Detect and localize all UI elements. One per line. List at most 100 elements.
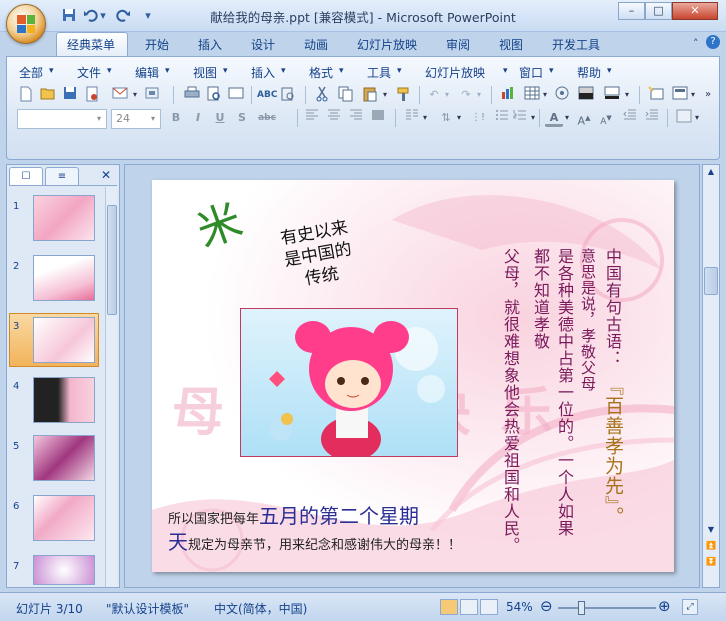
zoom-level[interactable]: 54% (506, 600, 533, 614)
cut-icon[interactable] (313, 86, 331, 104)
decrease-indent-icon[interactable] (621, 109, 639, 127)
align-center-icon[interactable] (325, 109, 343, 127)
new-slide-icon[interactable] (647, 86, 665, 104)
redo-dropdown-icon[interactable]: ▾ (475, 86, 483, 104)
tab-view[interactable]: 视图 (499, 36, 523, 53)
design-icon[interactable] (675, 109, 693, 127)
slide-thumbnail-4[interactable] (33, 377, 95, 423)
editor-scroll-thumb[interactable] (704, 267, 718, 295)
tab-animation[interactable]: 动画 (304, 36, 328, 53)
table-dropdown-icon[interactable]: ▾ (541, 86, 549, 104)
office-button[interactable] (6, 4, 46, 44)
zoom-out-icon[interactable]: ⊖ (540, 597, 553, 615)
redo-disabled-icon[interactable]: ↷ (457, 86, 475, 104)
text-column-3[interactable]: 意思是说，孝敬父母 (578, 248, 599, 392)
new-document-icon[interactable] (17, 86, 35, 104)
tab-slideshow[interactable]: 幻灯片放映 (357, 36, 417, 53)
spelling-icon[interactable]: ABC (257, 86, 277, 104)
maximize-button[interactable]: □ (645, 2, 672, 20)
editor-vertical-scrollbar[interactable]: ▲ ▼ ⏫ ⏬ (702, 164, 720, 588)
design-dropdown-icon[interactable]: ▾ (693, 109, 701, 127)
shadow-button[interactable]: S (233, 109, 251, 127)
layout-dropdown-icon[interactable]: ▾ (689, 86, 697, 104)
paste-dropdown-icon[interactable]: ▾ (381, 86, 389, 104)
align-left-icon[interactable] (303, 109, 321, 127)
text-column-2[interactable]: 『百善孝为先』。 (600, 376, 627, 527)
grayscale-icon[interactable] (577, 86, 595, 104)
undo-disabled-icon[interactable]: ↶ (425, 86, 443, 104)
columns-icon[interactable] (403, 109, 421, 127)
justify-icon[interactable] (369, 109, 387, 127)
slide-thumbnail-6[interactable] (33, 495, 95, 541)
menu-format[interactable]: 格式 (309, 64, 333, 81)
tab-review[interactable]: 审阅 (446, 36, 470, 53)
slide-thumbnail-2[interactable] (33, 255, 95, 301)
scroll-up-arrow-icon[interactable]: ▲ (705, 167, 717, 179)
align-right-icon[interactable] (347, 109, 365, 127)
fit-to-window-icon[interactable]: ⤢ (682, 599, 698, 615)
menu-edit[interactable]: 编辑 (135, 64, 159, 81)
zoom-slider-track[interactable] (558, 607, 656, 609)
strikethrough-button[interactable]: abc (255, 109, 279, 127)
toolbar-overflow-icon[interactable]: » (701, 86, 715, 104)
chart-icon[interactable] (499, 86, 517, 104)
tab-home[interactable]: 开始 (145, 36, 169, 53)
text-column-1[interactable]: 中国有句古语： (600, 248, 624, 367)
menu-help[interactable]: 帮助 (577, 64, 601, 81)
research-icon[interactable] (279, 86, 297, 104)
panel-scroll-thumb[interactable] (107, 205, 117, 315)
paste-icon[interactable] (361, 86, 379, 104)
fill-color-icon[interactable] (603, 86, 621, 104)
print-icon[interactable] (183, 86, 201, 104)
text-column-5[interactable]: 都不知道孝敬 (528, 248, 552, 350)
ribbon-minimize-icon[interactable]: ˄ (693, 37, 699, 50)
save-icon[interactable] (61, 86, 79, 104)
next-slide-icon[interactable]: ⏬ (705, 557, 717, 569)
zoom-in-icon[interactable]: ⊕ (658, 597, 671, 615)
slide-thumbnail-5[interactable] (33, 435, 95, 481)
tab-developer[interactable]: 开发工具 (552, 36, 600, 53)
text-direction-icon[interactable]: ⇅ (437, 109, 455, 127)
panel-close-button[interactable]: ✕ (101, 168, 111, 182)
increase-font-icon[interactable]: A▲ (575, 109, 593, 128)
minimize-button[interactable]: – (618, 2, 645, 20)
decrease-font-icon[interactable]: A▼ (597, 109, 615, 127)
tab-design[interactable]: 设计 (251, 36, 275, 53)
text-column-4[interactable]: 是各种美德中占第一位的。一个人如果 (552, 248, 576, 537)
publish-icon[interactable] (143, 86, 161, 104)
increase-indent-icon[interactable] (643, 109, 661, 127)
outline-tab[interactable]: ≡ (45, 167, 79, 185)
slide-thumbnail-3[interactable] (33, 317, 95, 363)
slide-thumbnail-1[interactable] (33, 195, 95, 241)
numbering-icon[interactable] (511, 109, 529, 127)
tab-classic-menu[interactable]: 经典菜单 (67, 36, 115, 53)
menu-slideshow[interactable]: 幻灯片放映 (425, 64, 485, 81)
menu-view[interactable]: 视图 (193, 64, 217, 81)
open-folder-icon[interactable] (39, 86, 57, 104)
slide-sorter-icon[interactable] (460, 599, 478, 615)
zoom-slider-thumb[interactable] (578, 601, 585, 615)
bold-button[interactable]: B (167, 109, 185, 127)
language-indicator[interactable]: 中文(简体，中国) (214, 600, 307, 617)
bottom-text-line-1[interactable]: 所以国家把每年五月的第二个星期 (168, 500, 419, 529)
slide-thumbnail-7[interactable] (33, 555, 95, 585)
slide-view-icon[interactable] (227, 86, 245, 104)
insert-picture-icon[interactable] (553, 86, 571, 104)
font-name-dropdown-icon[interactable]: ▾ (93, 110, 105, 128)
font-color-dropdown-icon[interactable]: ▾ (563, 109, 571, 127)
line-spacing-icon[interactable]: ⋮! (469, 109, 487, 127)
slide-canvas[interactable]: 母 亲 节 快 乐 米 有史以来 是中国的 传统 中国有句古语： 『百善孝为先』… (152, 180, 674, 572)
design-template[interactable]: "默认设计模板" (106, 600, 189, 617)
slide-layout-icon[interactable] (671, 86, 689, 104)
italic-button[interactable]: I (189, 109, 207, 127)
previous-slide-icon[interactable]: ⏫ (705, 541, 717, 553)
slides-tab[interactable]: ☐ (9, 167, 43, 185)
normal-view-icon[interactable] (440, 599, 458, 615)
table-icon[interactable] (523, 86, 541, 104)
text-column-6[interactable]: 父母，就很难想象他会热爱祖国和人民。 (498, 248, 522, 554)
menu-all[interactable]: 全部 (19, 64, 43, 81)
font-size-dropdown-icon[interactable]: ▾ (147, 110, 159, 128)
format-painter-icon[interactable] (395, 86, 413, 104)
print-preview-icon[interactable] (205, 86, 223, 104)
fill-color-dropdown-icon[interactable]: ▾ (623, 86, 631, 104)
